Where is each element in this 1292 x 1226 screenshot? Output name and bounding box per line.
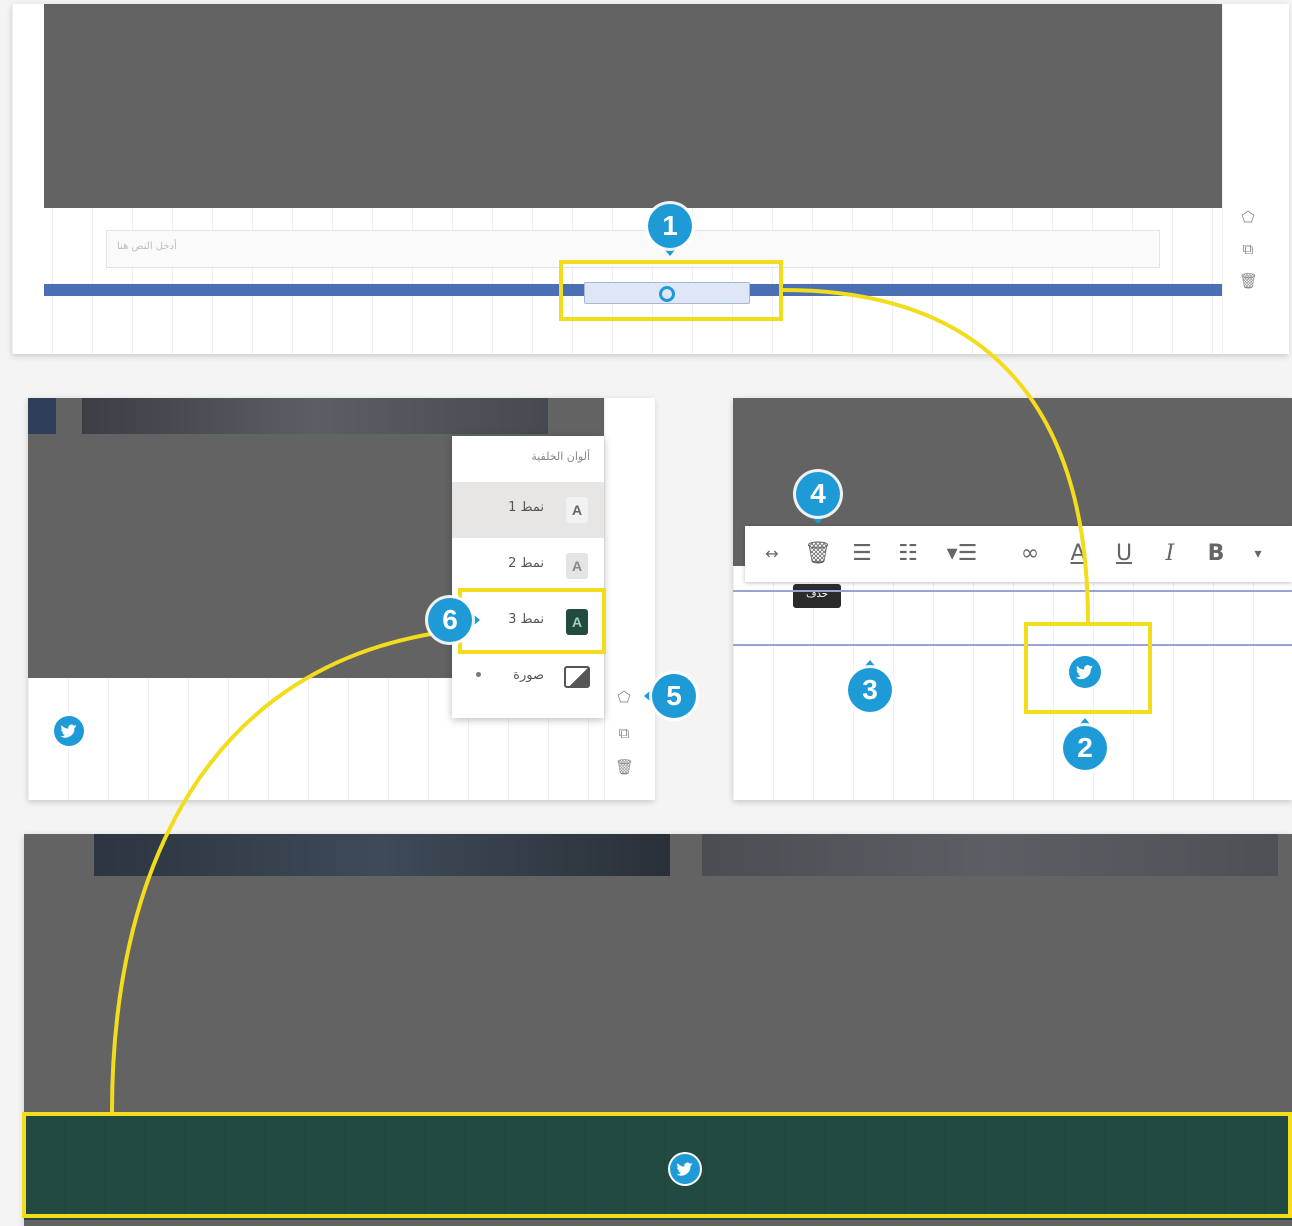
highlight-add-button (559, 260, 783, 321)
style-option-image[interactable]: صورة (452, 650, 604, 706)
step-marker-2: 2 (1055, 718, 1115, 778)
top-dark-area (44, 4, 1222, 208)
editor-line-top (733, 590, 1292, 592)
tooltip: حذف (793, 584, 841, 608)
bullet-list-icon[interactable]: ☷ (893, 526, 923, 582)
copy-icon[interactable]: ⧉ (615, 724, 633, 742)
twitter-icon[interactable] (54, 716, 84, 746)
italic-button[interactable]: I (1155, 526, 1185, 582)
top-side-toolbar: ⬠ ⧉ 🗑 (1222, 4, 1289, 354)
highlight-style-3 (458, 588, 606, 654)
step-marker-4: 4 (788, 464, 848, 524)
bold-button[interactable]: B (1201, 526, 1231, 582)
caret-icon (476, 672, 481, 677)
style-swatch: A (566, 553, 588, 579)
step-number: 4 (810, 478, 826, 509)
style-menu-title: ألوان الخلفية (531, 450, 590, 463)
text-format-toolbar: ↔ 🗑 ☰ ☷ ▾☰ ∞ A U I B ▾ (745, 526, 1292, 582)
tag-icon[interactable]: ⬠ (1239, 208, 1257, 226)
style-option-label: نمط 1 (508, 500, 544, 515)
bottom-image-strip-left (94, 834, 670, 876)
bottom-image-strip-right (702, 834, 1278, 876)
middle-left-side-toolbar: ⬠ ⧉ 🗑 (604, 398, 655, 800)
image-icon (564, 666, 590, 688)
style-option-2[interactable]: نمط 2 A (452, 538, 604, 594)
middle-left-image-strip (82, 398, 548, 434)
highlight-footer-section (22, 1112, 1292, 1218)
trash-icon[interactable]: 🗑 (615, 758, 634, 776)
horizontal-rule-icon[interactable]: ↔ (757, 526, 787, 582)
copy-icon[interactable]: ⧉ (1239, 240, 1257, 258)
text-color-icon[interactable]: A (1063, 526, 1093, 582)
step-number: 2 (1077, 732, 1093, 763)
step-number: 3 (862, 674, 878, 705)
style-option-label: نمط 2 (508, 556, 544, 571)
style-swatch: A (566, 497, 588, 523)
middle-right-panel: ↔ 🗑 ☰ ☷ ▾☰ ∞ A U I B ▾ حذف (733, 398, 1292, 800)
step-marker-1: 1 (640, 196, 700, 256)
underline-button[interactable]: U (1109, 526, 1139, 582)
background-style-menu: ألوان الخلفية نمط 1 A نمط 2 A نمط 3 A صو… (452, 436, 604, 718)
middle-left-corner-block (28, 398, 56, 434)
step-marker-3: 3 (840, 660, 900, 720)
link-icon[interactable]: ∞ (1015, 526, 1045, 582)
style-option-label: صورة (513, 668, 544, 683)
remove-format-icon[interactable]: 🗑 (803, 526, 833, 582)
tag-icon[interactable]: ⬠ (615, 688, 633, 706)
editor-line-bottom (733, 644, 1292, 646)
ordered-list-icon[interactable]: ☰ (847, 526, 877, 582)
style-option-1[interactable]: نمط 1 A (452, 482, 604, 538)
more-dropdown-icon[interactable]: ▾ (1243, 526, 1273, 582)
align-dropdown-icon[interactable]: ▾☰ (941, 526, 983, 582)
step-number: 6 (442, 604, 458, 635)
step-marker-5: 5 (644, 666, 704, 726)
step-marker-6: 6 (420, 590, 480, 650)
step-number: 5 (666, 680, 682, 711)
top-text-input-placeholder: أدخل النص هنا (117, 241, 177, 252)
highlight-twitter-icon (1024, 622, 1152, 714)
step-number: 1 (662, 210, 678, 241)
trash-icon[interactable]: 🗑 (1239, 272, 1258, 290)
